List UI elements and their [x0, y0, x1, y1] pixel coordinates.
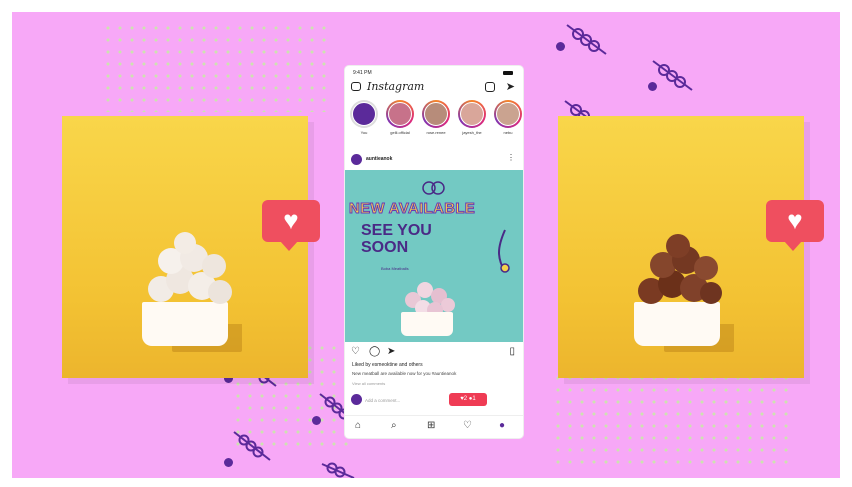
food-ball	[202, 254, 226, 278]
like-notification-left: ♥	[262, 200, 320, 251]
post-caption: New meatball are available now for you #…	[352, 371, 457, 376]
story-item[interactable]: You	[347, 100, 381, 135]
phone-mockup: 9:41 PM Instagram ➤ You gelli.official r…	[345, 66, 523, 438]
skewer-decoration-8	[321, 462, 355, 478]
app-header: Instagram ➤	[345, 78, 523, 98]
food-ball	[441, 298, 455, 312]
skewer-decoration-2	[652, 60, 693, 91]
story-label: nebu	[503, 130, 513, 135]
likes-text[interactable]: Liked by esmeoktine and others	[352, 362, 423, 368]
food-ball	[666, 234, 690, 258]
story-label: rose.renee	[426, 130, 446, 135]
profile-avatar-icon[interactable]: ●	[499, 420, 505, 431]
status-time: 9:41 PM	[353, 70, 372, 76]
skewer-decoration-1	[566, 24, 607, 55]
post-subheadline: SEE YOU SOON	[361, 222, 432, 256]
add-post-icon[interactable]: ⊞	[427, 420, 435, 431]
activity-notification-badge: ♥2 ●1	[449, 393, 487, 406]
post-actions: ♡ ◯ ➤ ▯	[345, 346, 523, 360]
brand-logo-icon	[422, 181, 445, 195]
purple-dot	[224, 458, 233, 467]
avatar[interactable]	[351, 154, 362, 165]
post-header: auntieanok ⋮	[345, 152, 523, 168]
purple-dot	[556, 42, 565, 51]
direct-message-icon[interactable]: ➤	[506, 80, 515, 93]
story-item[interactable]: gelli.official	[383, 100, 417, 135]
like-notification-right: ♥	[766, 200, 824, 251]
story-item[interactable]: nebu	[491, 100, 523, 135]
search-icon[interactable]: ⌕	[391, 420, 397, 431]
heart-icon: ♥	[787, 205, 803, 235]
ad-canvas: ♥ ♥ 9:41 PM Instagram ➤ You gelli.offici…	[12, 12, 840, 478]
post-image[interactable]: NEW AVAILABLE SEE YOU SOON Boba Meatball…	[345, 170, 523, 342]
bowl	[142, 302, 228, 346]
camera-icon[interactable]	[351, 82, 361, 91]
home-icon[interactable]: ⌂	[355, 420, 361, 431]
like-icon[interactable]: ♡	[351, 346, 360, 357]
bottom-tab-bar: ⌂ ⌕ ⊞ ♡ ●	[345, 415, 523, 438]
add-comment-input[interactable]: Add a comment...	[365, 398, 400, 403]
bowl	[401, 312, 453, 336]
decorative-drip-icon	[498, 229, 510, 273]
product-photo-right	[558, 116, 804, 378]
story-item[interactable]: rose.renee	[419, 100, 453, 135]
dot-pattern-top	[102, 22, 332, 112]
purple-dot	[648, 82, 657, 91]
igtv-icon[interactable]	[485, 82, 495, 92]
bowl	[634, 302, 720, 346]
more-options-icon[interactable]: ⋮	[507, 153, 515, 162]
comment-icon[interactable]: ◯	[369, 346, 380, 357]
skewer-decoration-7	[233, 431, 271, 461]
post-headline: NEW AVAILABLE	[348, 200, 476, 218]
food-ball	[694, 256, 718, 280]
product-label: Boba Meatballs	[381, 266, 409, 271]
story-item[interactable]: jayesh_the	[455, 100, 489, 135]
purple-dot	[312, 416, 321, 425]
food-ball	[700, 282, 722, 304]
story-label: gelli.official	[390, 130, 410, 135]
share-icon[interactable]: ➤	[387, 346, 395, 357]
product-photo-left	[62, 116, 308, 378]
dot-pattern-bottom-right	[552, 372, 792, 472]
stories-row: You gelli.official rose.renee jayesh_the…	[345, 100, 523, 144]
view-comments-link[interactable]: View all comments	[352, 381, 385, 386]
food-ball	[174, 232, 196, 254]
post-username[interactable]: auntieanok	[366, 156, 392, 162]
battery-icon	[503, 71, 513, 75]
heart-icon: ♥	[283, 205, 299, 235]
story-label: You	[360, 130, 368, 135]
food-ball	[208, 280, 232, 304]
avatar	[351, 394, 362, 405]
bookmark-icon[interactable]: ▯	[509, 346, 515, 357]
activity-heart-icon[interactable]: ♡	[463, 420, 472, 431]
app-logo: Instagram	[367, 80, 425, 93]
story-label: jayesh_the	[462, 130, 482, 135]
